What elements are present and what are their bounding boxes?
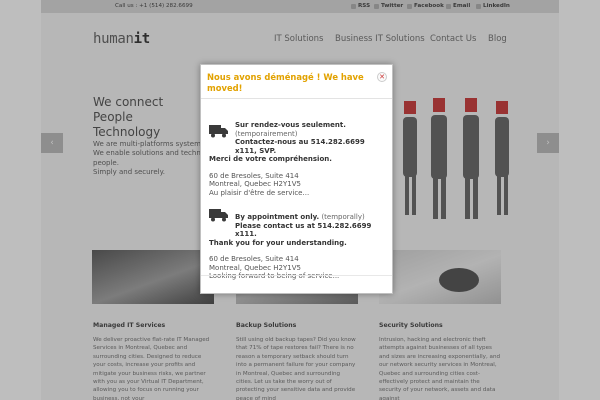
fr-note: (temporairement): [235, 129, 298, 138]
modal-divider: [201, 98, 392, 99]
en-thanks: Thank you for your understanding.: [209, 238, 347, 247]
close-button[interactable]: ✕: [377, 72, 387, 82]
en-address: 60 de Bresoles, Suite 414 Montreal, Queb…: [209, 255, 340, 280]
modal-title: Nous avons déménagé ! We have moved!: [207, 72, 364, 93]
fr-contact: Contactez-nous au 514.282.6699 x111, SVP…: [235, 138, 365, 155]
modal-footer-divider: [201, 275, 392, 276]
en-headline-wrap: By appointment only. (temporally): [209, 213, 387, 222]
en-headline: By appointment only.: [235, 213, 320, 221]
en-note: (temporally): [321, 213, 365, 221]
close-icon: ✕: [379, 73, 385, 81]
fr-headline-wrap: Sur rendez-vous seulement. (temporaireme…: [209, 121, 387, 138]
modal-body: Sur rendez-vous seulement. (temporaireme…: [209, 121, 387, 281]
fr-address: 60 de Bresoles, Suite 414 Montreal, Queb…: [209, 171, 310, 197]
fr-thanks: Merci de votre compréhension.: [209, 155, 332, 163]
fr-headline: Sur rendez-vous seulement.: [235, 121, 346, 129]
en-contact: Please contact us at 514.282.6699 x111.: [235, 221, 372, 239]
moved-notice-modal: Nous avons déménagé ! We have moved! ✕ S…: [200, 64, 393, 294]
